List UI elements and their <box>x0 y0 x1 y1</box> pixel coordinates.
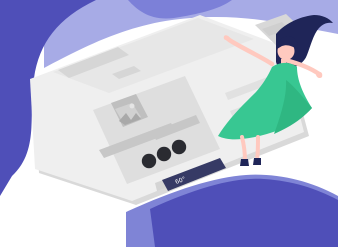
swoosh-dark-lower <box>150 178 338 247</box>
leg-right <box>255 135 260 162</box>
dot-button-2 <box>156 146 172 162</box>
illustration-canvas: 60° <box>0 0 338 247</box>
hand-right <box>316 71 323 79</box>
illustration-scene: 60° <box>0 0 338 247</box>
shoe-right <box>253 158 261 165</box>
dot-button-1 <box>141 153 157 169</box>
dot-button-3 <box>171 139 187 155</box>
shoe-left <box>240 159 249 166</box>
